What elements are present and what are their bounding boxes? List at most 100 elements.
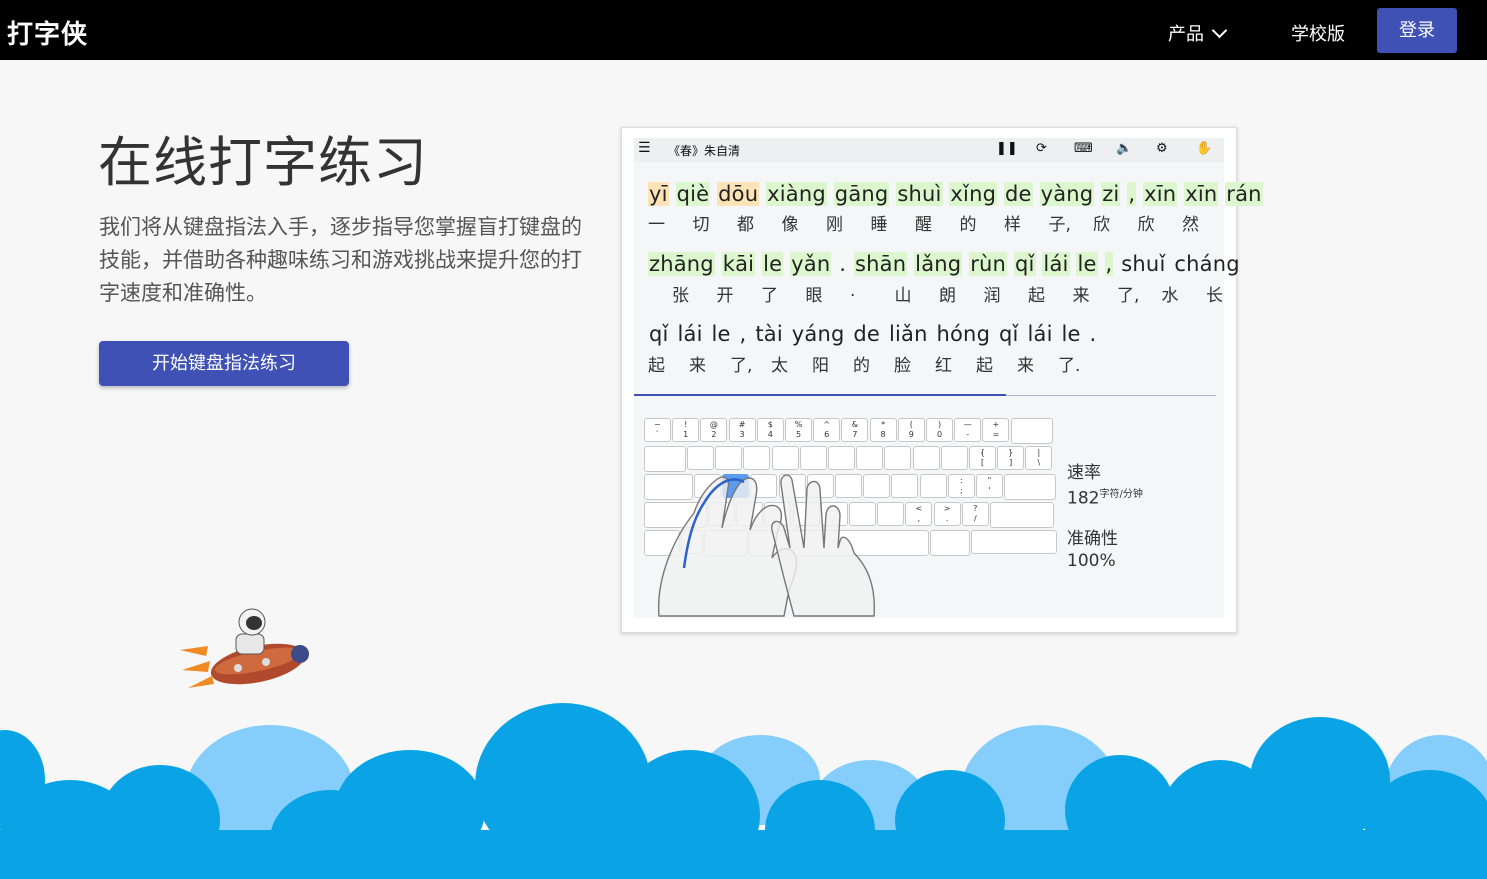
pinyin-syllable: hóng xyxy=(936,322,991,346)
hanzi-char: 阳 xyxy=(812,356,829,376)
pinyin-syllable: de xyxy=(1004,182,1033,206)
pinyin-syllable: cháng xyxy=(1174,252,1240,276)
pause-icon[interactable]: ❚❚ xyxy=(996,141,1018,156)
hanzi-char: 醒 xyxy=(915,215,932,235)
pinyin-line: qǐ lái le , tài yáng de liǎn hóng qǐ lái… xyxy=(648,322,1097,346)
pinyin-syllable: , xyxy=(1127,182,1137,206)
rocket-flames xyxy=(180,646,214,688)
keyboard-icon[interactable]: ⌨ xyxy=(1074,141,1093,156)
pinyin-syllable: shuì xyxy=(896,182,943,206)
hanzi-char: 眼 xyxy=(805,286,823,306)
nav-school-link[interactable]: 学校版 xyxy=(1291,20,1345,46)
pinyin-syllable: yáng xyxy=(791,322,845,346)
pinyin-syllable: . xyxy=(1089,322,1097,346)
pinyin-syllable: zi xyxy=(1101,182,1121,206)
pinyin-syllable: gāng xyxy=(833,182,890,206)
key-base-char: \ xyxy=(1037,458,1041,467)
accuracy-label: 准确性 xyxy=(1067,529,1118,549)
start-fingering-practice-button[interactable]: 开始键盘指法练习 xyxy=(99,341,349,386)
hanzi-char: 子, xyxy=(1048,215,1071,235)
hanzi-char: 的 xyxy=(959,215,977,235)
pinyin-syllable: rán xyxy=(1225,182,1263,206)
accuracy-value: 100% xyxy=(1067,551,1116,571)
pinyin-syllable: , xyxy=(739,322,747,346)
login-button[interactable]: 登录 xyxy=(1377,8,1457,53)
pinyin-syllable: xǐng xyxy=(949,182,998,206)
key-shift-char: | xyxy=(1037,448,1041,457)
hanzi-char: 来 xyxy=(1017,356,1034,376)
hanzi-char: 了, xyxy=(730,356,753,376)
hero-title: 在线打字练习 xyxy=(98,131,428,194)
pinyin-syllable: xīn xyxy=(1184,182,1219,206)
settings-icon[interactable]: ⚙ xyxy=(1156,141,1168,156)
nav-product-menu[interactable]: 产品 xyxy=(1168,20,1228,46)
hanzi-char: 来 xyxy=(1072,286,1090,306)
hanzi-char: 朗 xyxy=(939,286,956,306)
hanzi-char: 睡 xyxy=(870,215,888,235)
hanzi-char: 起 xyxy=(1028,286,1045,306)
hanzi-char: 开 xyxy=(716,286,734,306)
pinyin-line: zhāng kāi le yǎn . shān lǎng rùn qǐ lái … xyxy=(648,252,1241,276)
enter-key[interactable] xyxy=(1004,474,1057,500)
typing-progress-fill xyxy=(634,394,1007,396)
hanzi-char: 脸 xyxy=(894,356,911,376)
pinyin-syllable: shuǐ xyxy=(1121,252,1166,276)
speed-unit: 字符/分钟 xyxy=(1099,489,1143,500)
clouds-decoration xyxy=(0,703,1487,879)
hanzi-char: 来 xyxy=(689,356,706,376)
pinyin-syllable: liǎn xyxy=(888,322,928,346)
pinyin-syllable: le xyxy=(1061,322,1081,346)
astronaut-rocket-illustration xyxy=(180,608,309,688)
hanzi-char: 了, xyxy=(1117,286,1140,306)
hanzi-char: 红 xyxy=(935,356,952,376)
hanzi-char: 水 xyxy=(1161,286,1179,306)
hanzi-char: 刚 xyxy=(826,215,843,235)
volume-icon[interactable]: 🔈 xyxy=(1116,141,1132,156)
hanzi-char: 了. xyxy=(1058,356,1081,376)
typing-progress-bar xyxy=(634,394,1216,396)
speed-label: 速率 xyxy=(1067,463,1101,483)
pinyin-syllable: le xyxy=(711,322,731,346)
pinyin-syllable: xiàng xyxy=(766,182,827,206)
pinyin-syllable: rùn xyxy=(969,252,1008,276)
hanzi-char: . xyxy=(850,281,856,301)
hanzi-char: 山 xyxy=(894,286,912,306)
speed-number: 182 xyxy=(1067,488,1100,509)
pinyin-syllable: lái xyxy=(677,322,703,346)
hanzi-char: 太 xyxy=(771,356,788,376)
hanzi-char: 起 xyxy=(976,356,993,376)
typing-preview: ☰ 《春》朱自清 ❚❚ ⟳ ⌨ 🔈 ⚙ ✋ yī qiè dōu xiàng g… xyxy=(634,138,1263,618)
restart-icon[interactable]: ⟳ xyxy=(1036,141,1047,156)
pinyin-syllable: lái xyxy=(1042,252,1070,276)
backspace-key[interactable] xyxy=(1010,418,1053,444)
nav-product-label: 产品 xyxy=(1168,24,1204,45)
pinyin-syllable: de xyxy=(853,322,881,346)
hanzi-char: 了 xyxy=(761,286,778,306)
pinyin-syllable: yàng xyxy=(1039,182,1095,206)
pinyin-syllable: dōu xyxy=(717,182,760,206)
chevron-down-icon xyxy=(1211,22,1228,39)
hanzi-char: 起 xyxy=(648,356,665,376)
menu-icon[interactable]: ☰ xyxy=(638,140,651,156)
pinyin-syllable: , xyxy=(1104,252,1114,276)
hand-icon[interactable]: ✋ xyxy=(1196,141,1212,156)
pinyin-syllable: lái xyxy=(1027,322,1053,346)
key-\[interactable]: | \ xyxy=(1025,446,1053,470)
hanzi-char: 都 xyxy=(737,215,754,235)
hero-description: 我们将从键盘指法入手，逐步指导您掌握盲打键盘的技能，并借助各种趣味练习和游戏挑战… xyxy=(99,215,582,305)
hanzi-char: 切 xyxy=(692,215,710,235)
site-logo[interactable]: 打字侠 xyxy=(7,14,88,51)
hanzi-char: 欣 xyxy=(1137,215,1155,235)
hanzi-char: 欣 xyxy=(1093,215,1110,235)
pinyin-syllable: xīn xyxy=(1143,182,1178,206)
pinyin-syllable: qǐ xyxy=(1013,252,1036,276)
pinyin-syllable: qiè xyxy=(675,182,711,206)
pinyin-syllable: . xyxy=(839,252,847,276)
top-nav: 打字侠 产品 学校版 登录 xyxy=(0,0,1487,60)
pinyin-syllable: shān xyxy=(854,252,908,276)
article-title: 《春》朱自清 xyxy=(668,144,741,158)
pinyin-syllable: qǐ xyxy=(999,322,1019,346)
pinyin-syllable: kāi xyxy=(721,252,756,276)
hanzi-char: 润 xyxy=(983,286,1001,306)
pinyin-syllable: yǎn xyxy=(790,252,832,276)
